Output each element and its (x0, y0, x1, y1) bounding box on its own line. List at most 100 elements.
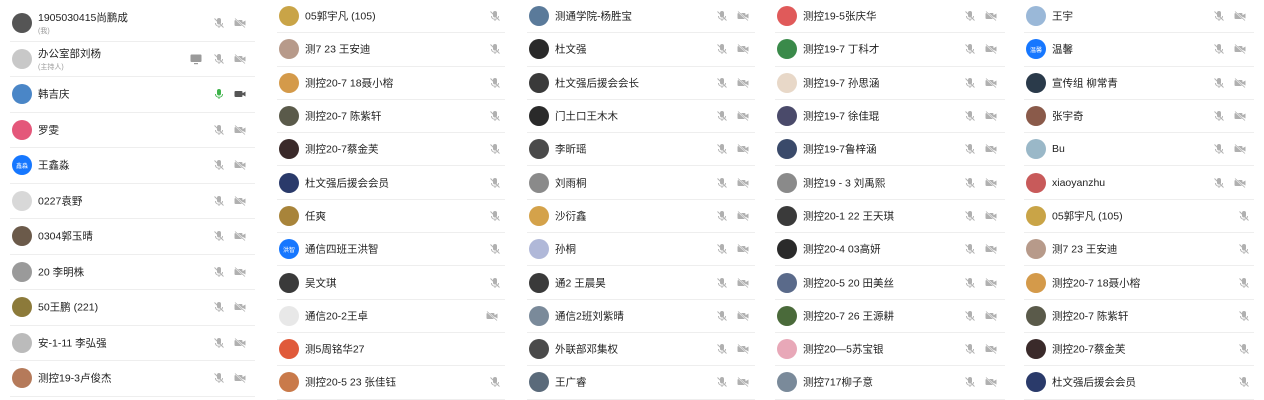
microphone-muted-icon[interactable] (1238, 210, 1250, 222)
screen-share-icon[interactable] (190, 53, 202, 65)
camera-off-icon[interactable] (985, 243, 997, 255)
microphone-muted-icon[interactable] (489, 277, 501, 289)
microphone-muted-icon[interactable] (489, 243, 501, 255)
microphone-muted-icon[interactable] (213, 17, 225, 29)
participant-row[interactable]: 外联部邓集权 (527, 333, 755, 367)
participant-row[interactable]: 杜文强后援会会员 (277, 166, 505, 200)
microphone-muted-icon[interactable] (964, 110, 976, 122)
microphone-muted-icon[interactable] (964, 343, 976, 355)
camera-off-icon[interactable] (737, 243, 749, 255)
microphone-muted-icon[interactable] (213, 372, 225, 384)
microphone-muted-icon[interactable] (213, 195, 225, 207)
camera-off-icon[interactable] (1234, 177, 1246, 189)
camera-off-icon[interactable] (1234, 110, 1246, 122)
camera-off-icon[interactable] (737, 310, 749, 322)
participant-row[interactable]: 鑫淼 王鑫淼 (10, 148, 255, 184)
microphone-muted-icon[interactable] (1213, 10, 1225, 22)
camera-off-icon[interactable] (985, 343, 997, 355)
microphone-muted-icon[interactable] (716, 310, 728, 322)
microphone-muted-icon[interactable] (964, 177, 976, 189)
microphone-muted-icon[interactable] (489, 43, 501, 55)
camera-off-icon[interactable] (234, 159, 246, 171)
microphone-muted-icon[interactable] (1238, 277, 1250, 289)
camera-off-icon[interactable] (234, 53, 246, 65)
microphone-muted-icon[interactable] (213, 124, 225, 136)
camera-off-icon[interactable] (737, 210, 749, 222)
participant-row[interactable]: 测控20-7 26 王源耕 (775, 300, 1005, 333)
camera-off-icon[interactable] (985, 143, 997, 155)
participant-row[interactable]: 测控19-7 丁科才 (775, 33, 1005, 67)
camera-off-icon[interactable] (737, 10, 749, 22)
microphone-muted-icon[interactable] (1213, 77, 1225, 89)
participant-row[interactable]: 测7 23 王安迪 (277, 33, 505, 67)
camera-off-icon[interactable] (1234, 77, 1246, 89)
participant-row[interactable]: 王广睿 (527, 366, 755, 400)
microphone-muted-icon[interactable] (489, 376, 501, 388)
microphone-muted-icon[interactable] (716, 10, 728, 22)
participant-row[interactable]: 05郭宇凡 (105) (1024, 200, 1254, 234)
microphone-muted-icon[interactable] (213, 230, 225, 242)
camera-off-icon[interactable] (985, 376, 997, 388)
participant-row[interactable]: 罗雯 (10, 113, 255, 148)
camera-off-icon[interactable] (985, 310, 997, 322)
microphone-muted-icon[interactable] (213, 266, 225, 278)
camera-off-icon[interactable] (486, 310, 498, 322)
microphone-muted-icon[interactable] (1213, 43, 1225, 55)
participant-row[interactable]: 测控20-7 陈紫轩 (277, 100, 505, 134)
camera-on-icon[interactable] (234, 88, 246, 100)
camera-off-icon[interactable] (737, 277, 749, 289)
participant-row[interactable]: 刘雨桐 (527, 166, 755, 200)
participant-row[interactable]: 杜文强后援会会长 (527, 67, 755, 100)
microphone-muted-icon[interactable] (964, 210, 976, 222)
microphone-muted-icon[interactable] (489, 10, 501, 22)
camera-off-icon[interactable] (234, 372, 246, 384)
microphone-muted-icon[interactable] (716, 243, 728, 255)
microphone-muted-icon[interactable] (716, 77, 728, 89)
microphone-muted-icon[interactable] (489, 210, 501, 222)
microphone-muted-icon[interactable] (489, 77, 501, 89)
participant-row[interactable]: 1905030415尚鹏成 (我) (10, 6, 255, 42)
participant-row[interactable]: 门土口王木木 (527, 100, 755, 134)
microphone-muted-icon[interactable] (213, 337, 225, 349)
participant-row[interactable]: 测控20-4 03高妍 (775, 233, 1005, 267)
camera-off-icon[interactable] (234, 266, 246, 278)
participant-row[interactable]: 王宇 (1024, 0, 1254, 34)
participant-row[interactable]: 通信20-2王卓 (277, 300, 505, 333)
participant-row[interactable]: 沙衍鑫 (527, 200, 755, 234)
microphone-muted-icon[interactable] (716, 110, 728, 122)
microphone-muted-icon[interactable] (716, 343, 728, 355)
camera-off-icon[interactable] (737, 43, 749, 55)
participant-row[interactable]: 通2 王晨昊 (527, 266, 755, 300)
participant-row[interactable]: Bu (1024, 133, 1254, 167)
camera-off-icon[interactable] (234, 301, 246, 313)
camera-off-icon[interactable] (737, 177, 749, 189)
microphone-muted-icon[interactable] (716, 210, 728, 222)
microphone-muted-icon[interactable] (964, 376, 976, 388)
microphone-muted-icon[interactable] (964, 10, 976, 22)
microphone-muted-icon[interactable] (964, 43, 976, 55)
participant-row[interactable]: 测控19-7 徐佳琨 (775, 100, 1005, 134)
microphone-muted-icon[interactable] (1213, 177, 1225, 189)
camera-off-icon[interactable] (234, 17, 246, 29)
participant-row[interactable]: 测控20-1 22 王天琪 (775, 200, 1005, 234)
participant-row[interactable]: 办公室部刘杨 (主持人) (10, 42, 255, 77)
camera-off-icon[interactable] (234, 337, 246, 349)
participant-row[interactable]: 测控20-7蔡金芙 (277, 133, 505, 167)
camera-off-icon[interactable] (1234, 10, 1246, 22)
camera-off-icon[interactable] (234, 195, 246, 207)
participant-row[interactable]: 测控20-5 23 张佳钰 (277, 366, 505, 400)
participant-row[interactable]: 宣传组 柳常青 (1024, 67, 1254, 100)
microphone-muted-icon[interactable] (213, 301, 225, 313)
participant-row[interactable]: 测控20-7蔡金芙 (1024, 333, 1254, 367)
microphone-on-icon[interactable] (213, 88, 225, 100)
participant-row[interactable]: 测控20-7 18聂小榕 (1024, 266, 1254, 300)
camera-off-icon[interactable] (737, 110, 749, 122)
microphone-muted-icon[interactable] (213, 53, 225, 65)
participant-row[interactable]: 测控20-7 陈紫轩 (1024, 300, 1254, 333)
camera-off-icon[interactable] (737, 343, 749, 355)
camera-off-icon[interactable] (737, 143, 749, 155)
camera-off-icon[interactable] (234, 230, 246, 242)
participant-row[interactable]: 测控19-7 孙思涵 (775, 67, 1005, 100)
microphone-muted-icon[interactable] (716, 376, 728, 388)
camera-off-icon[interactable] (985, 110, 997, 122)
